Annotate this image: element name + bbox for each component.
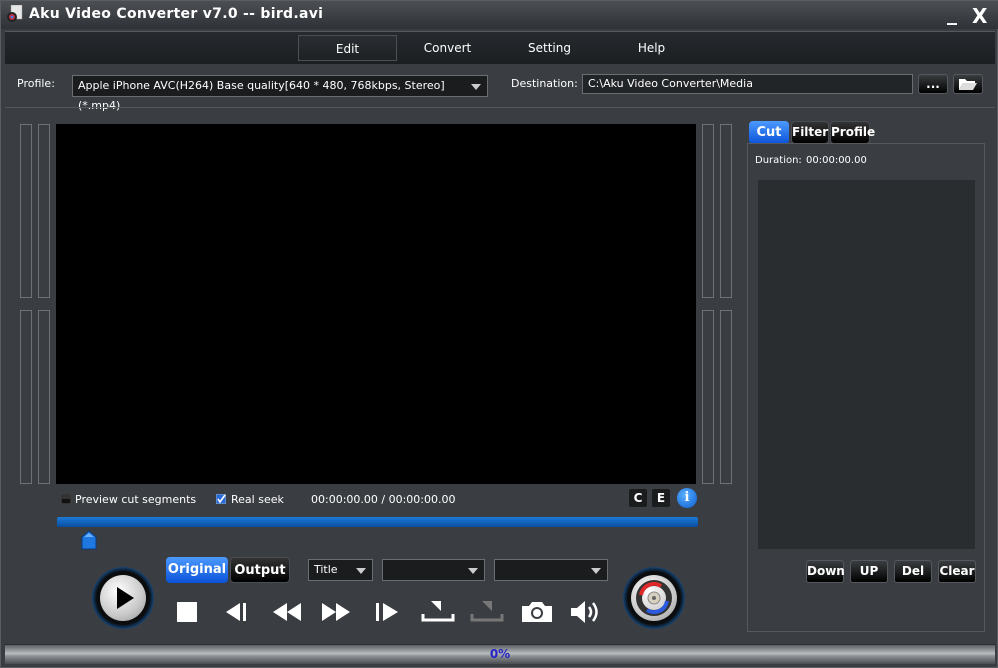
set-end-icon [470, 601, 504, 622]
cut-segments-list[interactable] [758, 180, 975, 549]
destination-value: C:\Aku Video Converter\Media [588, 77, 753, 90]
window-title: Aku Video Converter v7.0 -- bird.avi [29, 6, 324, 22]
rewind-button[interactable] [271, 598, 305, 626]
rewind-icon [273, 603, 301, 621]
original-button[interactable]: Original [166, 557, 228, 583]
audio-meter-left-top-2 [38, 124, 50, 298]
set-start-icon [421, 601, 455, 622]
preview-cut-label: Preview cut segments [75, 493, 197, 506]
title-bar: Aku Video Converter v7.0 -- bird.avi _ X [1, 1, 998, 29]
destination-label: Destination: [511, 77, 578, 90]
play-icon [117, 587, 134, 609]
chevron-down-icon [356, 568, 366, 574]
next-frame-button[interactable] [372, 598, 402, 626]
audio-meter-right-top-1 [702, 124, 714, 298]
clear-button[interactable]: Clear [938, 560, 976, 583]
preview-cut-checkbox[interactable] [61, 494, 71, 504]
minimize-button[interactable]: _ [947, 1, 957, 25]
duration-value: 00:00:00.00 [806, 155, 867, 166]
divider [5, 107, 995, 108]
app-logo-icon [7, 5, 23, 22]
title-select[interactable]: Title [308, 559, 373, 581]
time-display: 00:00:00.00 / 00:00:00.00 [311, 493, 456, 506]
duration-label: Duration: [755, 155, 802, 166]
tab-profile[interactable]: Profile [830, 121, 875, 144]
folder-open-icon [959, 79, 977, 90]
title-select-value: Title [314, 563, 338, 576]
up-button[interactable]: UP [850, 560, 888, 583]
set-start-button[interactable] [421, 598, 455, 626]
previous-frame-icon [226, 603, 246, 621]
profile-label: Profile: [17, 77, 55, 90]
destination-input[interactable]: C:\Aku Video Converter\Media [582, 74, 913, 94]
snapshot-button[interactable] [520, 598, 554, 626]
fast-forward-icon [322, 603, 350, 621]
e-button[interactable]: E [652, 489, 670, 507]
delete-button[interactable]: Del [894, 560, 932, 583]
audio-meter-left-bottom-2 [38, 310, 50, 484]
select-3[interactable] [494, 559, 608, 581]
fast-forward-button[interactable] [319, 598, 353, 626]
chevron-down-icon [591, 568, 601, 574]
play-button[interactable] [92, 567, 154, 629]
seek-bar[interactable] [57, 517, 698, 527]
select-2[interactable] [382, 559, 485, 581]
chevron-down-icon [468, 568, 478, 574]
volume-button[interactable] [569, 598, 603, 626]
real-seek-label: Real seek [231, 493, 284, 506]
volume-icon [571, 601, 598, 623]
progress-bar: 0% [5, 644, 995, 664]
seek-thumb[interactable] [81, 530, 97, 550]
c-button[interactable]: C [629, 489, 647, 507]
snapshot-camera-icon [522, 602, 552, 622]
open-folder-button[interactable] [953, 74, 983, 94]
convert-button[interactable] [623, 567, 685, 629]
stop-button[interactable] [172, 598, 202, 626]
menu-convert[interactable]: Convert [398, 35, 497, 61]
app-window: Aku Video Converter v7.0 -- bird.avi _ X… [0, 0, 998, 668]
menu-help[interactable]: Help [602, 35, 701, 61]
audio-meter-left-top-1 [20, 124, 32, 298]
menu-edit[interactable]: Edit [298, 35, 397, 61]
audio-meter-left-bottom-1 [20, 310, 32, 484]
next-frame-icon [376, 603, 398, 621]
output-button[interactable]: Output [230, 557, 290, 583]
audio-meter-right-bottom-1 [702, 310, 714, 484]
progress-percent: 0% [489, 647, 511, 661]
real-seek-checkbox[interactable] [216, 494, 226, 504]
convert-icon [636, 580, 672, 616]
chevron-down-icon [471, 84, 481, 90]
tab-filter[interactable]: Filter [791, 121, 829, 144]
audio-meter-right-top-2 [720, 124, 732, 298]
close-button[interactable]: X [972, 4, 987, 28]
menu-bar: Edit Convert Setting Help [5, 31, 995, 64]
audio-meter-right-bottom-2 [720, 310, 732, 484]
profile-select[interactable]: Apple iPhone AVC(H264) Base quality[640 … [72, 75, 488, 112]
previous-frame-button[interactable] [222, 598, 252, 626]
stop-icon [177, 602, 197, 622]
down-button[interactable]: Down [806, 560, 845, 583]
set-end-button[interactable] [470, 598, 504, 626]
info-button[interactable]: i [677, 488, 697, 508]
video-preview[interactable] [56, 124, 696, 484]
tab-cut[interactable]: Cut [749, 121, 789, 144]
browse-button[interactable]: ... [918, 74, 948, 94]
menu-setting[interactable]: Setting [500, 35, 599, 61]
